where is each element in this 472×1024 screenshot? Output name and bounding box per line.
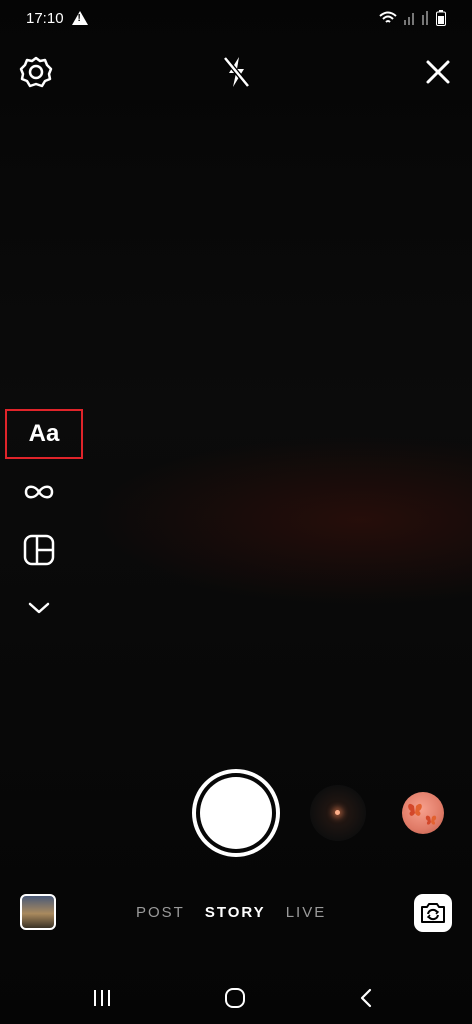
- butterfly-icon: [408, 803, 437, 825]
- mode-post[interactable]: POST: [136, 904, 185, 924]
- layout-grid-icon: [23, 534, 55, 566]
- mode-story[interactable]: STORY: [205, 904, 266, 924]
- settings-button[interactable]: [16, 52, 56, 92]
- signal-icon: [404, 13, 414, 25]
- boomerang-tool[interactable]: [8, 470, 70, 514]
- recent-apps-button[interactable]: [78, 980, 126, 1016]
- layout-tool[interactable]: [8, 528, 70, 572]
- more-tools-button[interactable]: [8, 586, 70, 630]
- gallery-thumbnail[interactable]: [20, 894, 56, 930]
- shutter-button[interactable]: [192, 769, 280, 857]
- back-icon: [360, 988, 372, 1008]
- flip-camera-button[interactable]: [414, 894, 452, 932]
- text-tool-label: Aa: [28, 420, 60, 447]
- recent-apps-icon: [94, 990, 110, 1006]
- battery-icon: [436, 10, 446, 26]
- close-icon: [426, 60, 450, 84]
- system-navigation-bar: [0, 970, 472, 1024]
- shutter-inner: [200, 777, 272, 849]
- close-button[interactable]: [418, 52, 458, 92]
- wifi-icon: [379, 11, 397, 23]
- home-button[interactable]: [211, 980, 259, 1016]
- flash-off-icon: [223, 56, 250, 88]
- status-time: 17:10: [26, 9, 64, 27]
- infinity-icon: [24, 485, 54, 499]
- signal-icon-2: [422, 11, 428, 25]
- alert-icon: [71, 11, 88, 25]
- home-icon: [225, 988, 245, 1008]
- sparkle-effect-button[interactable]: [310, 785, 366, 841]
- instagram-camera-screen: 17:10 ! Aa POST STORY LIVE: [0, 0, 472, 1024]
- chevron-down-icon: [28, 602, 50, 614]
- camera-flip-icon: [421, 903, 445, 923]
- mode-live[interactable]: LIVE: [286, 904, 327, 924]
- mode-selector: POST STORY LIVE: [136, 904, 336, 924]
- flash-button[interactable]: [216, 52, 256, 92]
- butterfly-effect-button[interactable]: [402, 792, 444, 834]
- camera-top-controls: [0, 52, 472, 92]
- gear-icon: [19, 56, 53, 88]
- back-button[interactable]: [342, 980, 390, 1016]
- status-bar: 17:10: [0, 0, 472, 36]
- text-create-tool[interactable]: Aa: [5, 409, 83, 459]
